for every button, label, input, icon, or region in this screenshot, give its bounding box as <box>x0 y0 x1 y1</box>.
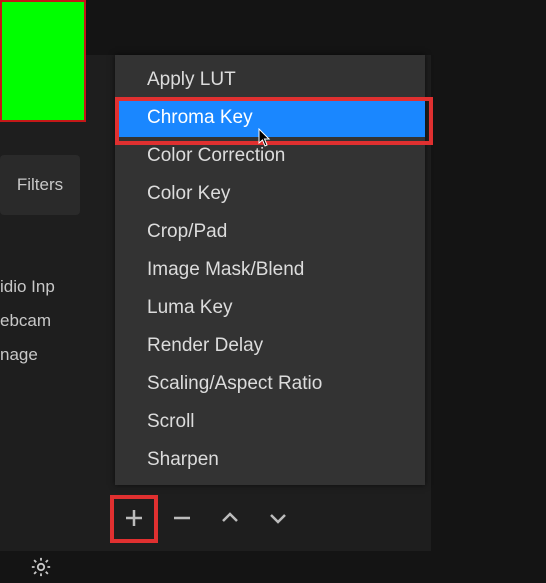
sources-list: idio Inp ebcam nage <box>0 270 80 372</box>
menu-item-luma-key[interactable]: Luma Key <box>115 289 425 327</box>
chevron-up-icon <box>220 508 240 528</box>
menu-item-sharpen[interactable]: Sharpen <box>115 441 425 479</box>
plus-icon <box>124 508 144 528</box>
menu-item-image-mask-blend[interactable]: Image Mask/Blend <box>115 251 425 289</box>
settings-button[interactable] <box>30 556 52 578</box>
right-panel <box>431 0 546 583</box>
menu-item-scroll[interactable]: Scroll <box>115 403 425 441</box>
filters-button[interactable]: Filters <box>0 155 80 215</box>
list-item[interactable]: nage <box>0 338 80 372</box>
move-down-button[interactable] <box>260 500 296 536</box>
add-filter-button[interactable] <box>116 500 152 536</box>
status-bar <box>0 551 546 583</box>
menu-item-render-delay[interactable]: Render Delay <box>115 327 425 365</box>
filter-toolbar <box>116 500 296 536</box>
top-panel <box>86 0 546 55</box>
remove-filter-button[interactable] <box>164 500 200 536</box>
menu-item-chroma-key[interactable]: Chroma Key <box>115 99 425 137</box>
filter-context-menu: Apply LUT Chroma Key Color Correction Co… <box>115 55 425 485</box>
menu-item-crop-pad[interactable]: Crop/Pad <box>115 213 425 251</box>
menu-item-scaling-aspect-ratio[interactable]: Scaling/Aspect Ratio <box>115 365 425 403</box>
list-item[interactable]: ebcam <box>0 304 80 338</box>
minus-icon <box>172 508 192 528</box>
menu-item-color-correction[interactable]: Color Correction <box>115 137 425 175</box>
gear-icon <box>30 556 52 578</box>
filters-label: Filters <box>17 175 63 195</box>
move-up-button[interactable] <box>212 500 248 536</box>
preview-thumbnail[interactable] <box>0 0 86 122</box>
list-item[interactable]: idio Inp <box>0 270 80 304</box>
chevron-down-icon <box>268 508 288 528</box>
menu-item-color-key[interactable]: Color Key <box>115 175 425 213</box>
menu-item-apply-lut[interactable]: Apply LUT <box>115 61 425 99</box>
